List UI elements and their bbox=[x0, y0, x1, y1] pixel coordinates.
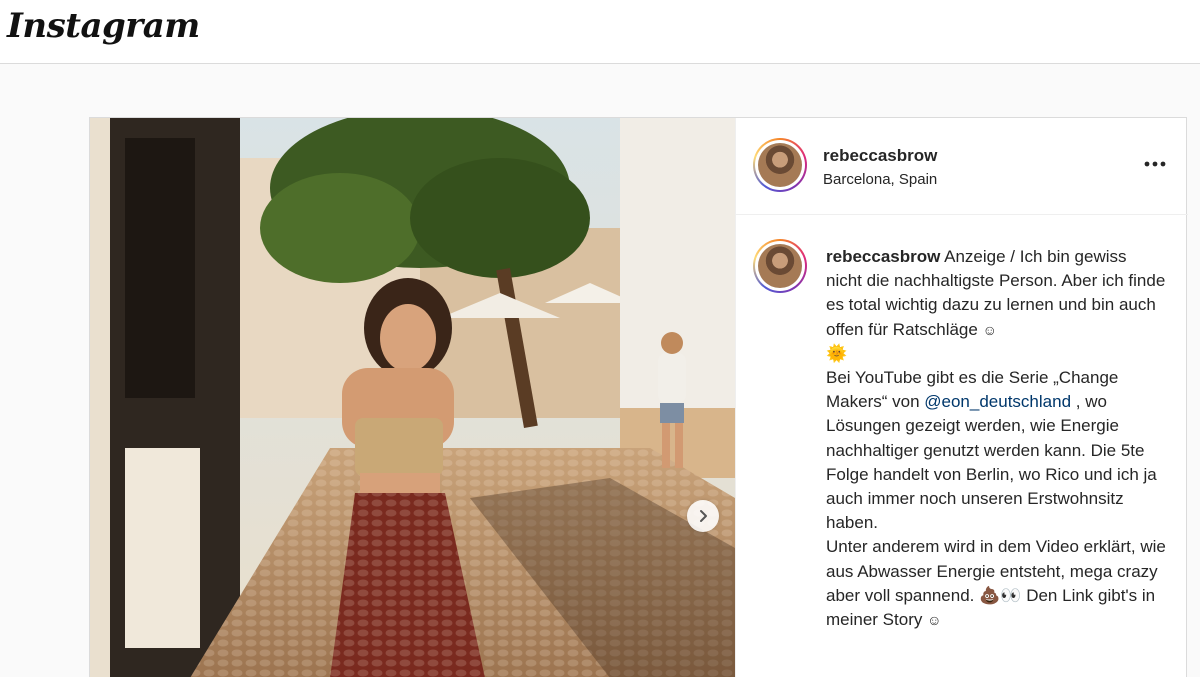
smile-emoji: ☺ bbox=[982, 321, 997, 338]
post-caption: rebeccasbrow Anzeige / Ich bin gewiss ni… bbox=[826, 245, 1166, 632]
post-card: rebeccasbrow Barcelona, Spain rebeccasbr… bbox=[89, 117, 1188, 677]
more-options-button[interactable] bbox=[1141, 152, 1169, 176]
caption-text: , wo Lösungen gezeigt werden, wie Energi… bbox=[826, 392, 1157, 533]
top-navigation-bar: Instagram bbox=[0, 0, 1200, 64]
chevron-right-icon bbox=[700, 510, 707, 522]
instagram-logo[interactable]: Instagram bbox=[7, 6, 200, 46]
author-username[interactable]: rebeccasbrow bbox=[823, 146, 937, 166]
post-sidebar: rebeccasbrow Barcelona, Spain rebeccasbr… bbox=[735, 118, 1188, 677]
author-avatar[interactable] bbox=[753, 138, 807, 192]
poo-eyes-emoji: 💩👀 bbox=[979, 585, 1022, 605]
caption-author-avatar[interactable] bbox=[753, 239, 807, 293]
post-photo[interactable] bbox=[90, 118, 735, 677]
smile-emoji: ☺ bbox=[927, 612, 942, 629]
street-photo-illustration bbox=[90, 118, 735, 677]
post-header: rebeccasbrow Barcelona, Spain bbox=[736, 118, 1188, 215]
post-location[interactable]: Barcelona, Spain bbox=[823, 171, 937, 188]
more-options-icon bbox=[1144, 161, 1166, 167]
sun-emoji: 🌞 bbox=[826, 343, 848, 363]
caption-username[interactable]: rebeccasbrow bbox=[826, 247, 940, 266]
mention-link[interactable]: @eon_deutschland bbox=[924, 392, 1071, 411]
next-photo-button[interactable] bbox=[687, 500, 719, 532]
